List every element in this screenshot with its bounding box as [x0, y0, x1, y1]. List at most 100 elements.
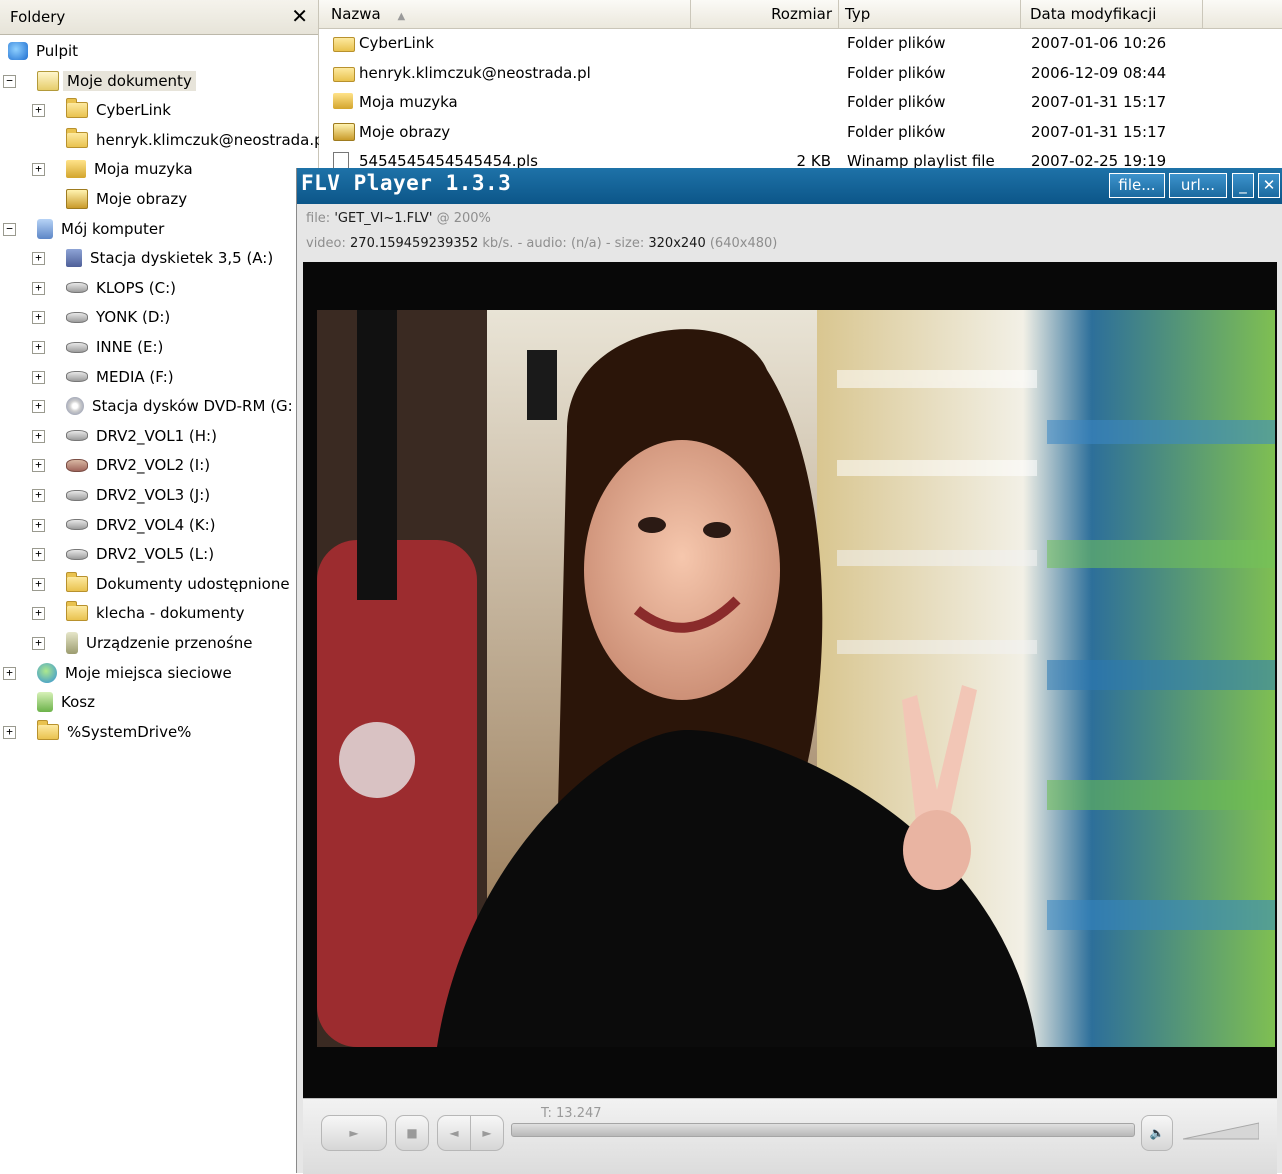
file-date: 2007-01-06 10:26: [1031, 34, 1167, 52]
video-scaled-size: (640x480): [709, 236, 778, 251]
recycle-bin-icon: [37, 692, 53, 713]
volume-slider[interactable]: [1183, 1121, 1259, 1141]
column-header-type[interactable]: Typ: [839, 0, 1021, 28]
expand-icon[interactable]: +: [32, 341, 45, 354]
close-icon[interactable]: ✕: [291, 4, 308, 28]
tree-item[interactable]: + MEDIA (F:): [32, 364, 174, 390]
tree-item[interactable]: + KLOPS (C:): [32, 275, 176, 301]
tree-item[interactable]: + Stacja dyskietek 3,5 (A:): [32, 245, 274, 271]
file-row[interactable]: Moja muzyka Folder plików 2007-01-31 15:17: [319, 87, 1282, 117]
expand-icon[interactable]: +: [32, 400, 45, 414]
sort-ascending-icon: ▲: [397, 11, 406, 22]
flv-player-window: FLV Player 1.3.3 file... url... _ ✕ file…: [296, 168, 1282, 1174]
computer-icon: [37, 218, 53, 239]
tree-item-label: Moje miejsca sieciowe: [65, 663, 232, 682]
drive-icon: [66, 341, 88, 353]
tree-item[interactable]: + DRV2_VOL2 (I:): [32, 452, 210, 478]
tree-item-label: Dokumenty udostępnione: [96, 574, 290, 593]
expand-icon[interactable]: +: [32, 577, 45, 591]
file-size: [691, 87, 831, 117]
collapse-icon[interactable]: −: [3, 222, 16, 236]
drive-icon: [66, 371, 88, 383]
tree-item[interactable]: henryk.klimczuk@neostrada.p: [66, 127, 324, 153]
seek-bar[interactable]: [511, 1123, 1135, 1137]
floppy-icon: [66, 249, 82, 268]
player-titlebar[interactable]: FLV Player 1.3.3 file... url... _ ✕: [297, 168, 1282, 204]
stop-button[interactable]: ■: [395, 1115, 429, 1151]
music-folder-icon: [333, 93, 353, 109]
expand-icon[interactable]: +: [32, 281, 45, 295]
tree-item[interactable]: + DRV2_VOL1 (H:): [32, 423, 217, 449]
tree-item-label: Stacja dyskietek 3,5 (A:): [90, 249, 274, 268]
tree-item[interactable]: Pulpit: [8, 38, 78, 64]
file-row[interactable]: henryk.klimczuk@neostrada.pl Folder plikó…: [319, 58, 1282, 88]
tree-item[interactable]: − Mój komputer: [3, 216, 165, 242]
file-size: [691, 28, 831, 58]
tree-item[interactable]: + INNE (E:): [32, 334, 163, 360]
next-button[interactable]: ►: [470, 1115, 504, 1151]
expand-icon[interactable]: +: [32, 548, 45, 562]
expand-icon[interactable]: +: [32, 370, 45, 384]
tree-item[interactable]: + DRV2_VOL5 (L:): [32, 541, 214, 567]
close-button[interactable]: ✕: [1258, 173, 1280, 198]
video-bitrate: 270.159459239352: [350, 236, 479, 251]
tree-item[interactable]: + Moje miejsca sieciowe: [3, 660, 232, 686]
video-area[interactable]: [303, 262, 1277, 1098]
folders-pane: Foldery ✕ Pulpit − Moje dokumenty + CyberLin…: [0, 0, 324, 1173]
open-file-button[interactable]: file...: [1109, 173, 1165, 198]
mute-button[interactable]: 🔈: [1141, 1115, 1173, 1151]
expand-icon[interactable]: +: [32, 429, 45, 443]
expand-icon[interactable]: +: [32, 637, 45, 650]
column-header-size[interactable]: Rozmiar: [691, 0, 839, 28]
tree-item[interactable]: + Stacja dysków DVD-RM (G:: [32, 393, 293, 419]
tree-item-label: Mój komputer: [61, 219, 165, 238]
tree-item-label: DRV2_VOL1 (H:): [96, 426, 217, 445]
minimize-button[interactable]: _: [1232, 173, 1254, 198]
play-button[interactable]: ►: [321, 1115, 387, 1151]
expand-icon[interactable]: +: [32, 104, 45, 118]
previous-button[interactable]: ◄: [437, 1115, 471, 1151]
expand-icon[interactable]: +: [32, 518, 45, 532]
folder-icon: [66, 98, 88, 119]
audio-info: (n/a): [570, 236, 602, 251]
tree-item[interactable]: + klecha - dokumenty: [32, 600, 245, 626]
folder-icon: [333, 37, 355, 52]
tree-item-label: Moja muzyka: [94, 160, 193, 179]
expand-icon[interactable]: +: [32, 607, 45, 621]
expand-icon[interactable]: +: [32, 252, 45, 266]
file-size: [691, 117, 831, 147]
pictures-folder-icon: [66, 189, 88, 209]
file-type: Folder plików: [847, 34, 946, 52]
column-header-name[interactable]: Nazwa ▲: [319, 0, 691, 28]
tree-item[interactable]: + YONK (D:): [32, 304, 170, 330]
expand-icon[interactable]: +: [32, 489, 45, 502]
tree-item[interactable]: + Moja muzyka: [32, 156, 193, 182]
tree-item[interactable]: + Urządzenie przenośne: [32, 630, 253, 656]
tree-item[interactable]: − Moje dokumenty: [3, 68, 196, 94]
expand-icon[interactable]: +: [3, 725, 16, 739]
tree-item-label: Moje dokumenty: [63, 70, 196, 91]
tree-item[interactable]: Kosz: [37, 689, 95, 715]
tree-item[interactable]: Moje obrazy: [66, 186, 187, 212]
folders-pane-header: Foldery ✕: [0, 0, 318, 35]
expand-icon[interactable]: +: [3, 666, 16, 680]
tree-item[interactable]: + CyberLink: [32, 97, 171, 123]
video-frame-image: [317, 310, 1275, 1047]
column-header-date[interactable]: Data modyfikacji: [1021, 0, 1203, 28]
expand-icon[interactable]: +: [32, 459, 45, 473]
tree-item[interactable]: + %SystemDrive%: [3, 719, 191, 745]
expand-icon[interactable]: +: [32, 311, 45, 325]
folder-icon: [333, 66, 355, 82]
file-name: Moje obrazy: [359, 122, 451, 141]
expand-icon[interactable]: +: [32, 163, 45, 177]
tree-item[interactable]: + DRV2_VOL3 (J:): [32, 482, 210, 508]
file-row[interactable]: Moje obrazy Folder plików 2007-01-31 15:17: [319, 117, 1282, 147]
tree-item[interactable]: + Dokumenty udostępnione: [32, 571, 290, 597]
tree-item[interactable]: + DRV2_VOL4 (K:): [32, 512, 216, 538]
tree-item-label: MEDIA (F:): [96, 367, 174, 386]
mydocs-icon: [37, 70, 59, 91]
open-url-button[interactable]: url...: [1169, 173, 1227, 198]
collapse-icon[interactable]: −: [3, 74, 16, 88]
tree-item-label: Pulpit: [36, 42, 79, 60]
file-row[interactable]: CyberLink Folder plików 2007-01-06 10:26: [319, 28, 1282, 58]
